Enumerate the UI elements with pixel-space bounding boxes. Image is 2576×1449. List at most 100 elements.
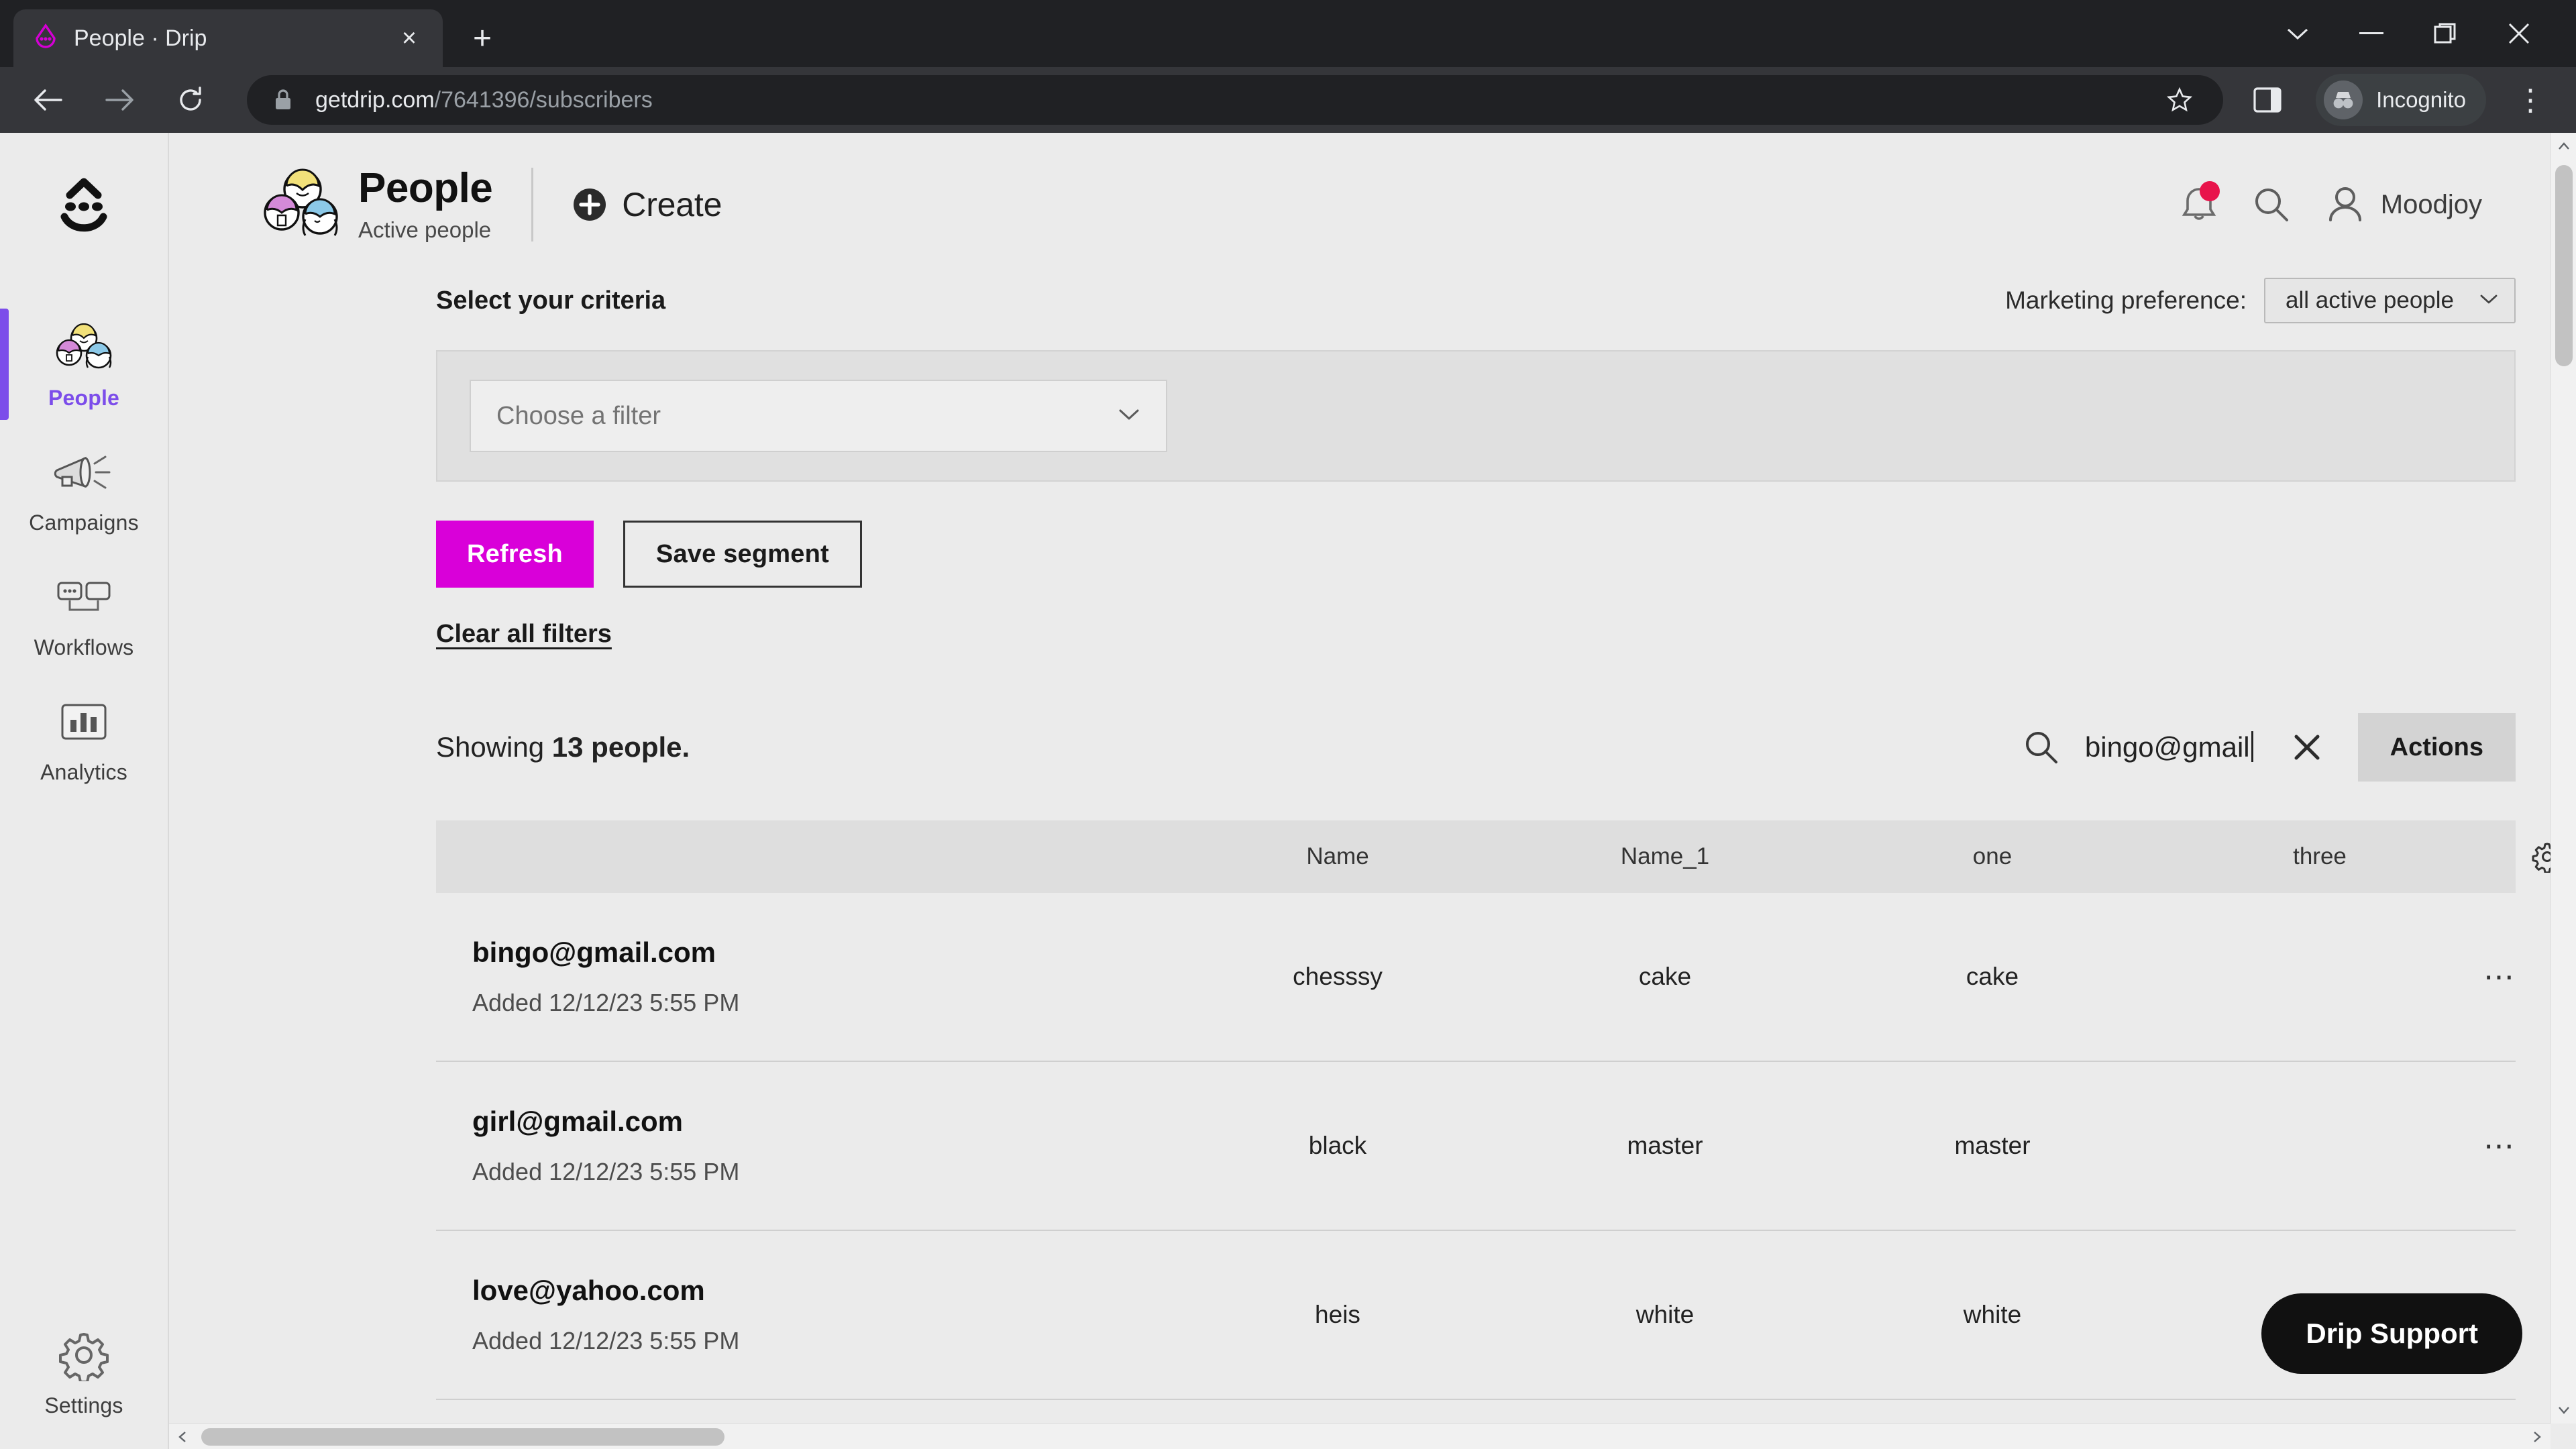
window-controls <box>2261 9 2556 58</box>
row-email-cell: girl@gmail.com Added 12/12/23 5:55 PM <box>436 1106 1174 1186</box>
sidebar-item-workflows[interactable]: Workflows <box>0 551 168 676</box>
bell-icon[interactable] <box>2180 181 2220 225</box>
chevron-down-icon <box>1118 407 1140 425</box>
maximize-button[interactable] <box>2408 9 2482 58</box>
drip-smiley-logo-icon[interactable] <box>44 172 124 246</box>
row-added: Added 12/12/23 5:55 PM <box>472 1158 740 1185</box>
scroll-down-arrow-icon[interactable] <box>2551 1397 2576 1424</box>
row-cell-one: master <box>1954 1132 2031 1159</box>
row-cell-one: cake <box>1966 963 2019 990</box>
people-group-icon <box>260 165 341 244</box>
sidebar-item-people[interactable]: People <box>0 302 168 427</box>
megaphone-icon <box>50 443 117 501</box>
reload-button[interactable] <box>166 76 215 124</box>
row-email[interactable]: girl@gmail.com <box>472 1106 1174 1138</box>
th-one[interactable]: one <box>1829 843 2156 870</box>
new-tab-button[interactable]: + <box>458 13 507 63</box>
workflow-icon <box>50 568 117 626</box>
text-caret <box>2251 731 2253 762</box>
refresh-button[interactable]: Refresh <box>436 521 594 588</box>
row-cell-name-1: cake <box>1638 963 1692 990</box>
search-icon <box>2022 728 2061 767</box>
tab-strip: People · Drip × + <box>0 0 2576 67</box>
row-cell-name: black <box>1308 1132 1367 1159</box>
table-row[interactable]: bingo@gmail.com Added 12/12/23 5:55 PM c… <box>436 893 2576 1062</box>
scroll-right-arrow-icon[interactable] <box>2524 1424 2551 1449</box>
horizontal-scroll-thumb[interactable] <box>201 1428 724 1446</box>
minimize-button[interactable] <box>2334 9 2408 58</box>
th-name[interactable]: Name <box>1174 843 1501 870</box>
filter-actions: Refresh Save segment <box>436 521 2576 588</box>
sidebar-item-label: Campaigns <box>29 510 139 535</box>
gear-icon <box>50 1326 117 1384</box>
th-name-1[interactable]: Name_1 <box>1501 843 1829 870</box>
browser-toolbar: getdrip.com/7641396/subscribers Incognit… <box>0 67 2576 133</box>
create-button[interactable]: Create <box>572 185 722 224</box>
vertical-scrollbar[interactable] <box>2551 133 2576 1424</box>
clear-search-icon[interactable] <box>2280 720 2334 774</box>
sidebar-item-settings[interactable]: Settings <box>0 1309 168 1434</box>
showing-count: 13 people. <box>551 731 690 763</box>
chart-bars-icon <box>50 693 117 751</box>
row-email[interactable]: bingo@gmail.com <box>472 936 1174 969</box>
bookmark-star-icon[interactable] <box>2163 83 2196 117</box>
scroll-up-arrow-icon[interactable] <box>2551 133 2576 160</box>
marketing-preference-select[interactable]: all active people <box>2264 278 2516 323</box>
marketing-preference-group: Marketing preference: all active people <box>2005 278 2516 323</box>
row-added: Added 12/12/23 5:55 PM <box>472 1327 740 1354</box>
browser-tab[interactable]: People · Drip × <box>13 9 443 67</box>
browser-window: People · Drip × + getdrip.com/7641396/su… <box>0 0 2576 1449</box>
table-row[interactable]: girl@gmail.com Added 12/12/23 5:55 PM bl… <box>436 1062 2576 1231</box>
page-subtitle: Active people <box>358 217 492 242</box>
save-segment-button[interactable]: Save segment <box>623 521 862 588</box>
table-row[interactable]: love@yahoo.com Added 12/12/23 5:55 PM he… <box>436 1231 2576 1400</box>
th-three[interactable]: three <box>2156 843 2483 870</box>
ellipsis-icon[interactable]: ⋯ <box>2483 1128 2518 1164</box>
horizontal-scrollbar[interactable] <box>169 1424 2551 1449</box>
results-bar: Showing 13 people. bingo@gmail Actions <box>436 713 2516 782</box>
browser-menu-icon[interactable]: ⋮ <box>2509 78 2552 121</box>
create-label: Create <box>622 186 722 223</box>
user-name: Moodjoy <box>2380 189 2482 219</box>
search-area: bingo@gmail Actions <box>2022 713 2516 782</box>
row-email-cell: bingo@gmail.com Added 12/12/23 5:55 PM <box>436 936 1174 1017</box>
people-icon <box>50 319 117 376</box>
tab-title: People · Drip <box>74 25 207 51</box>
back-button[interactable] <box>24 76 72 124</box>
incognito-indicator[interactable]: Incognito <box>2316 74 2486 126</box>
url-domain: getdrip.com <box>315 87 435 113</box>
forward-button[interactable] <box>95 76 144 124</box>
drip-support-button[interactable]: Drip Support <box>2261 1293 2522 1374</box>
search-input[interactable]: bingo@gmail <box>2022 728 2280 767</box>
vertical-scroll-thumb[interactable] <box>2555 165 2573 366</box>
side-panel-icon[interactable] <box>2246 78 2289 121</box>
sidebar-item-campaigns[interactable]: Campaigns <box>0 427 168 551</box>
tab-close-icon[interactable]: × <box>393 22 425 54</box>
choose-filter-select[interactable]: Choose a filter <box>470 380 1167 452</box>
clear-all-filters-link[interactable]: Clear all filters <box>436 620 612 649</box>
sidebar: People Campaigns Workflows Analytics Set… <box>0 133 169 1449</box>
row-cell-name-1: white <box>1635 1301 1695 1328</box>
scroll-left-arrow-icon[interactable] <box>169 1424 196 1449</box>
address-bar[interactable]: getdrip.com/7641396/subscribers <box>247 75 2224 125</box>
ellipsis-icon[interactable]: ⋯ <box>2483 959 2518 995</box>
person-icon <box>2324 184 2366 225</box>
page-header: People Active people Create Moodjoy <box>169 133 2576 268</box>
tab-search-icon[interactable] <box>2261 9 2334 58</box>
people-table: Name Name_1 one three bingo@gmail.com Ad… <box>436 820 2576 1400</box>
user-menu[interactable]: Moodjoy <box>2324 184 2482 225</box>
sidebar-item-label: Workflows <box>34 635 134 659</box>
close-window-button[interactable] <box>2482 9 2556 58</box>
sidebar-item-label: People <box>48 385 120 410</box>
showing-text: Showing 13 people. <box>436 731 690 763</box>
sidebar-item-analytics[interactable]: Analytics <box>0 676 168 801</box>
page-title: People <box>358 165 493 212</box>
search-icon[interactable] <box>2251 184 2292 225</box>
incognito-avatar <box>2324 80 2363 119</box>
sidebar-item-label: Analytics <box>40 759 127 784</box>
row-email[interactable]: love@yahoo.com <box>472 1275 1174 1307</box>
actions-button[interactable]: Actions <box>2357 713 2516 782</box>
url-path: /7641396/subscribers <box>434 87 653 113</box>
plus-circle-icon <box>572 187 607 222</box>
page-title-group: People Active people <box>358 165 493 242</box>
